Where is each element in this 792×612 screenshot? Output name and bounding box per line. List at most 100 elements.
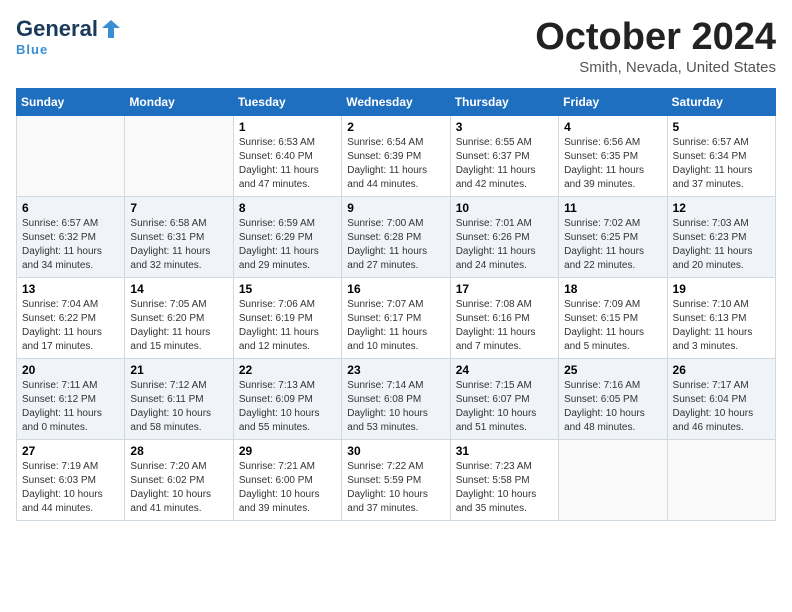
day-number: 19	[673, 282, 770, 296]
calendar-day-cell: 9 Sunrise: 7:00 AMSunset: 6:28 PMDaylight…	[342, 197, 450, 278]
calendar-day-cell: 8 Sunrise: 6:59 AMSunset: 6:29 PMDaylight…	[233, 197, 341, 278]
calendar-day-cell	[17, 116, 125, 197]
calendar-day-cell: 14Sunrise: 7:05 AMSunset: 6:20 PMDayligh…	[125, 278, 233, 359]
day-number: 10	[456, 201, 553, 215]
day-number: 22	[239, 363, 336, 377]
calendar-day-cell: 13 Sunrise: 7:04 AMSunset: 6:22 PMDayligh…	[17, 278, 125, 359]
calendar-day-cell: 7 Sunrise: 6:58 AMSunset: 6:31 PMDaylight…	[125, 197, 233, 278]
day-info: Sunrise: 7:06 AMSunset: 6:19 PMDaylight:…	[239, 298, 336, 354]
day-number: 31	[456, 444, 553, 458]
day-number: 27	[22, 444, 119, 458]
day-info: Sunrise: 6:57 AMSunset: 6:34 PMDaylight:…	[673, 136, 770, 192]
day-number: 26	[673, 363, 770, 377]
calendar-day-cell: 25 Sunrise: 7:16 AMSunset: 6:05 PMDayligh…	[559, 359, 667, 440]
weekday-header: Thursday	[450, 89, 558, 116]
day-info: Sunrise: 7:11 AMSunset: 6:12 PMDaylight:…	[22, 379, 119, 435]
calendar-day-cell: 23 Sunrise: 7:14 AMSunset: 6:08 PMDayligh…	[342, 359, 450, 440]
day-info: Sunrise: 7:22 AMSunset: 5:59 PMDaylight:…	[347, 460, 444, 516]
logo: General Blue	[16, 16, 122, 57]
day-number: 12	[673, 201, 770, 215]
page-header: General Blue October 2024 Smith, Nevada,…	[16, 16, 776, 76]
calendar-week-row: 20Sunrise: 7:11 AMSunset: 6:12 PMDayligh…	[17, 359, 776, 440]
day-number: 17	[456, 282, 553, 296]
day-number: 11	[564, 201, 661, 215]
calendar-day-cell: 27 Sunrise: 7:19 AMSunset: 6:03 PMDayligh…	[17, 440, 125, 521]
day-info: Sunrise: 7:03 AMSunset: 6:23 PMDaylight:…	[673, 217, 770, 273]
calendar-day-cell	[559, 440, 667, 521]
calendar-week-row: 6Sunrise: 6:57 AMSunset: 6:32 PMDaylight…	[17, 197, 776, 278]
day-info: Sunrise: 7:16 AMSunset: 6:05 PMDaylight:…	[564, 379, 661, 435]
day-number: 8	[239, 201, 336, 215]
day-number: 15	[239, 282, 336, 296]
day-info: Sunrise: 6:55 AMSunset: 6:37 PMDaylight:…	[456, 136, 553, 192]
day-number: 6	[22, 201, 119, 215]
calendar-day-cell: 18Sunrise: 7:09 AMSunset: 6:15 PMDayligh…	[559, 278, 667, 359]
calendar-week-row: 27 Sunrise: 7:19 AMSunset: 6:03 PMDayligh…	[17, 440, 776, 521]
calendar-day-cell: 26 Sunrise: 7:17 AMSunset: 6:04 PMDayligh…	[667, 359, 775, 440]
calendar-table: SundayMondayTuesdayWednesdayThursdayFrid…	[16, 88, 776, 521]
calendar-day-cell: 29Sunrise: 7:21 AMSunset: 6:00 PMDayligh…	[233, 440, 341, 521]
day-info: Sunrise: 7:14 AMSunset: 6:08 PMDaylight:…	[347, 379, 444, 435]
day-info: Sunrise: 7:13 AMSunset: 6:09 PMDaylight:…	[239, 379, 336, 435]
month-title: October 2024	[535, 16, 776, 59]
calendar-day-cell: 11 Sunrise: 7:02 AMSunset: 6:25 PMDayligh…	[559, 197, 667, 278]
title-area: October 2024 Smith, Nevada, United State…	[535, 16, 776, 76]
day-number: 13	[22, 282, 119, 296]
calendar-day-cell: 19Sunrise: 7:10 AMSunset: 6:13 PMDayligh…	[667, 278, 775, 359]
calendar-day-cell: 17 Sunrise: 7:08 AMSunset: 6:16 PMDayligh…	[450, 278, 558, 359]
calendar-day-cell: 2Sunrise: 6:54 AMSunset: 6:39 PMDaylight…	[342, 116, 450, 197]
calendar-day-cell: 30Sunrise: 7:22 AMSunset: 5:59 PMDayligh…	[342, 440, 450, 521]
day-info: Sunrise: 7:09 AMSunset: 6:15 PMDaylight:…	[564, 298, 661, 354]
day-info: Sunrise: 7:05 AMSunset: 6:20 PMDaylight:…	[130, 298, 227, 354]
day-info: Sunrise: 6:56 AMSunset: 6:35 PMDaylight:…	[564, 136, 661, 192]
day-number: 28	[130, 444, 227, 458]
day-info: Sunrise: 7:07 AMSunset: 6:17 PMDaylight:…	[347, 298, 444, 354]
day-number: 7	[130, 201, 227, 215]
day-info: Sunrise: 7:15 AMSunset: 6:07 PMDaylight:…	[456, 379, 553, 435]
day-number: 3	[456, 120, 553, 134]
day-number: 9	[347, 201, 444, 215]
day-info: Sunrise: 7:19 AMSunset: 6:03 PMDaylight:…	[22, 460, 119, 516]
calendar-week-row: 1Sunrise: 6:53 AMSunset: 6:40 PMDaylight…	[17, 116, 776, 197]
calendar-day-cell: 20Sunrise: 7:11 AMSunset: 6:12 PMDayligh…	[17, 359, 125, 440]
weekday-header: Friday	[559, 89, 667, 116]
day-info: Sunrise: 7:23 AMSunset: 5:58 PMDaylight:…	[456, 460, 553, 516]
day-number: 1	[239, 120, 336, 134]
day-info: Sunrise: 6:54 AMSunset: 6:39 PMDaylight:…	[347, 136, 444, 192]
day-info: Sunrise: 7:00 AMSunset: 6:28 PMDaylight:…	[347, 217, 444, 273]
calendar-day-cell: 12 Sunrise: 7:03 AMSunset: 6:23 PMDayligh…	[667, 197, 775, 278]
logo-text: General	[16, 16, 98, 42]
day-number: 21	[130, 363, 227, 377]
day-info: Sunrise: 7:02 AMSunset: 6:25 PMDaylight:…	[564, 217, 661, 273]
calendar-day-cell: 5 Sunrise: 6:57 AMSunset: 6:34 PMDaylight…	[667, 116, 775, 197]
day-number: 16	[347, 282, 444, 296]
calendar-day-cell: 28 Sunrise: 7:20 AMSunset: 6:02 PMDayligh…	[125, 440, 233, 521]
day-info: Sunrise: 6:58 AMSunset: 6:31 PMDaylight:…	[130, 217, 227, 273]
day-info: Sunrise: 7:12 AMSunset: 6:11 PMDaylight:…	[130, 379, 227, 435]
calendar-day-cell: 3 Sunrise: 6:55 AMSunset: 6:37 PMDaylight…	[450, 116, 558, 197]
day-info: Sunrise: 6:59 AMSunset: 6:29 PMDaylight:…	[239, 217, 336, 273]
location: Smith, Nevada, United States	[535, 59, 776, 76]
day-number: 4	[564, 120, 661, 134]
weekday-header: Tuesday	[233, 89, 341, 116]
day-info: Sunrise: 7:20 AMSunset: 6:02 PMDaylight:…	[130, 460, 227, 516]
calendar-day-cell	[125, 116, 233, 197]
calendar-day-cell: 16 Sunrise: 7:07 AMSunset: 6:17 PMDayligh…	[342, 278, 450, 359]
day-info: Sunrise: 7:21 AMSunset: 6:00 PMDaylight:…	[239, 460, 336, 516]
logo-blue-text: Blue	[16, 42, 48, 57]
weekday-header: Wednesday	[342, 89, 450, 116]
calendar-day-cell: 31 Sunrise: 7:23 AMSunset: 5:58 PMDayligh…	[450, 440, 558, 521]
day-number: 24	[456, 363, 553, 377]
weekday-header-row: SundayMondayTuesdayWednesdayThursdayFrid…	[17, 89, 776, 116]
day-info: Sunrise: 7:08 AMSunset: 6:16 PMDaylight:…	[456, 298, 553, 354]
calendar-day-cell: 22 Sunrise: 7:13 AMSunset: 6:09 PMDayligh…	[233, 359, 341, 440]
calendar-day-cell: 15 Sunrise: 7:06 AMSunset: 6:19 PMDayligh…	[233, 278, 341, 359]
calendar-day-cell: 10 Sunrise: 7:01 AMSunset: 6:26 PMDayligh…	[450, 197, 558, 278]
day-info: Sunrise: 7:01 AMSunset: 6:26 PMDaylight:…	[456, 217, 553, 273]
weekday-header: Sunday	[17, 89, 125, 116]
day-info: Sunrise: 7:17 AMSunset: 6:04 PMDaylight:…	[673, 379, 770, 435]
day-number: 23	[347, 363, 444, 377]
day-number: 5	[673, 120, 770, 134]
day-number: 25	[564, 363, 661, 377]
day-info: Sunrise: 7:04 AMSunset: 6:22 PMDaylight:…	[22, 298, 119, 354]
